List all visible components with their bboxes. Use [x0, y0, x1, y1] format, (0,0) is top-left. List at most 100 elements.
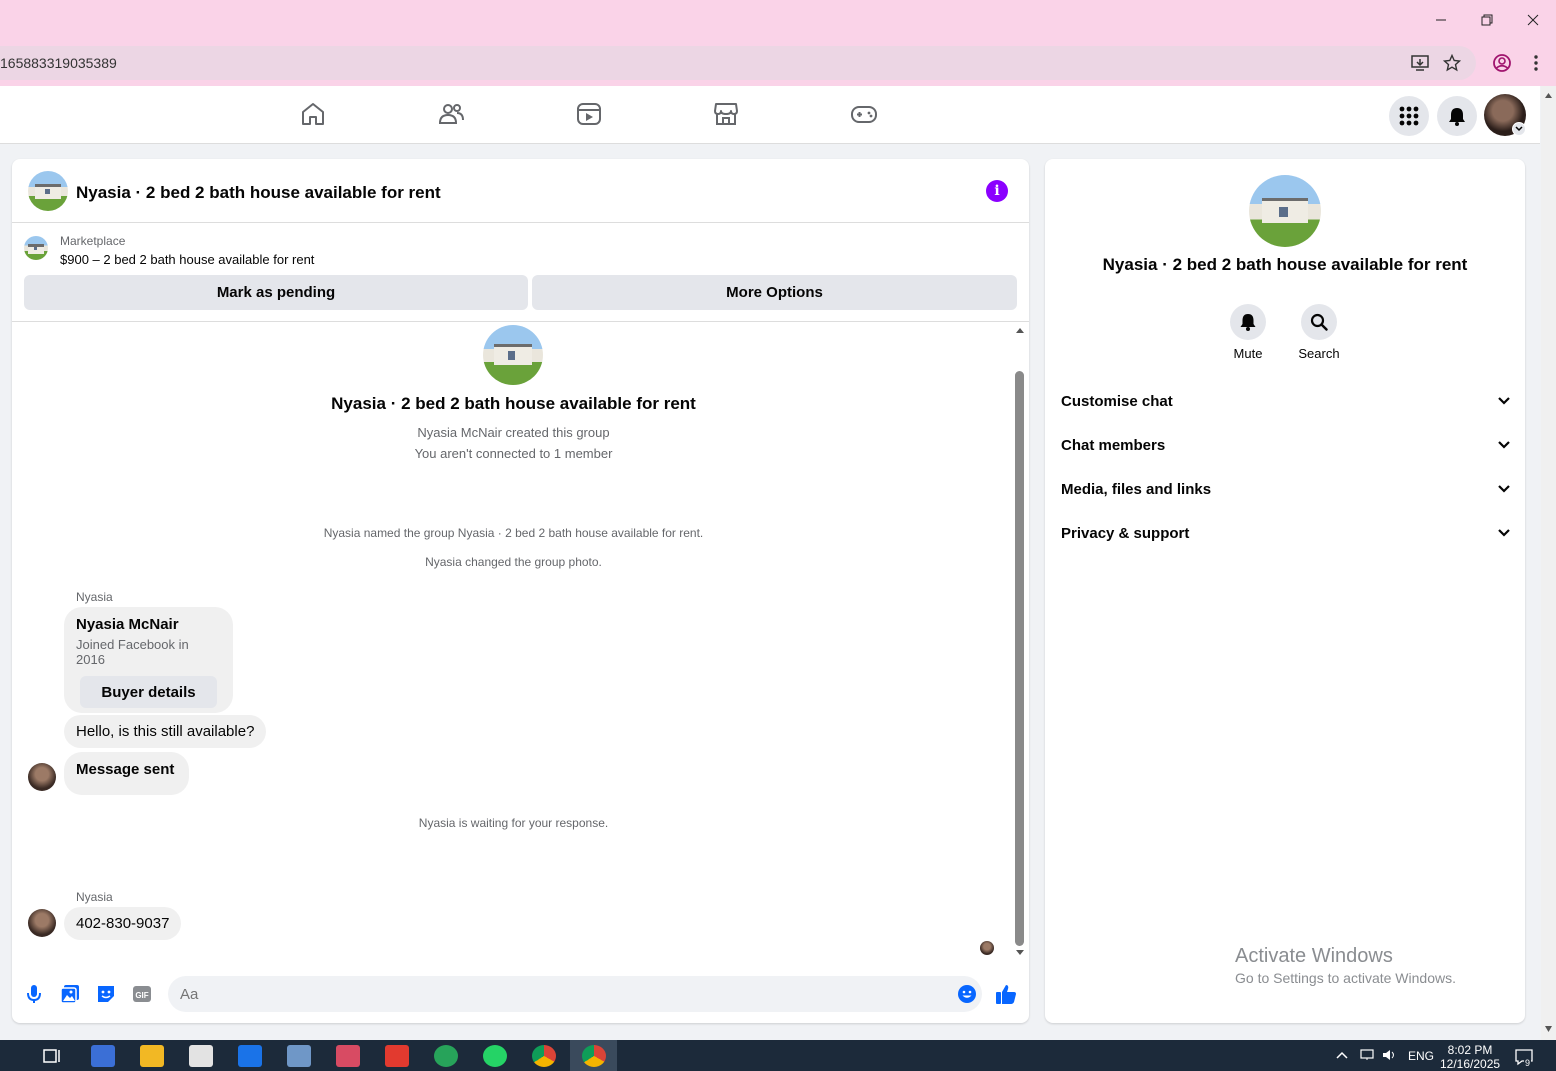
search-label: Search	[1298, 346, 1340, 361]
taskbar-clock[interactable]: 8:02 PM 12/16/2025	[1440, 1043, 1500, 1071]
info-icon[interactable]: i	[986, 180, 1008, 202]
mute-action[interactable]: Mute	[1213, 304, 1283, 361]
close-button[interactable]	[1510, 6, 1556, 34]
store-icon[interactable]	[189, 1045, 213, 1067]
chevron-down-icon[interactable]	[1512, 122, 1526, 136]
microphone-icon[interactable]	[23, 983, 45, 1005]
system-message: Nyasia changed the group photo.	[425, 555, 602, 569]
svg-text:GIF: GIF	[135, 991, 148, 1000]
section-customise-chat[interactable]: Customise chat	[1061, 383, 1511, 419]
chevron-down-icon	[1498, 529, 1510, 537]
minimize-button[interactable]	[1418, 6, 1464, 34]
edge-icon[interactable]	[434, 1045, 458, 1067]
more-options-button[interactable]: More Options	[532, 275, 1017, 310]
bookmark-star-icon[interactable]	[1442, 53, 1462, 73]
seen-by-avatar	[980, 941, 994, 955]
activate-windows-watermark: Activate Windows Go to Settings to activ…	[1235, 945, 1456, 986]
mail-icon[interactable]	[238, 1045, 262, 1067]
bell-icon	[1449, 108, 1465, 126]
video-icon[interactable]	[575, 100, 603, 128]
card-joined: Joined Facebook in 2016	[76, 637, 189, 667]
sender-avatar[interactable]	[28, 763, 56, 791]
not-connected-text: You aren't connected to 1 member	[414, 446, 613, 461]
clock-time: 8:02 PM	[1447, 1043, 1493, 1057]
group-photo	[483, 325, 543, 385]
omnibox[interactable]: 165883319035389	[0, 46, 1476, 80]
thumbs-up-icon[interactable]	[995, 983, 1017, 1005]
notifications-button[interactable]	[1437, 96, 1477, 136]
listing-thumbnail[interactable]	[24, 236, 48, 260]
message-input[interactable]	[168, 976, 982, 1012]
bell-icon[interactable]	[1230, 304, 1266, 340]
url-text[interactable]: 165883319035389	[0, 55, 117, 71]
chevron-down-icon	[1498, 441, 1510, 449]
system-message: Nyasia named the group Nyasia · 2 bed 2 …	[323, 526, 704, 540]
browser-menu-icon[interactable]	[1526, 53, 1546, 73]
grid-icon	[1399, 106, 1419, 126]
chat-info-panel: Nyasia · 2 bed 2 bath house available fo…	[1045, 159, 1525, 1023]
section-label: Chat members	[1061, 436, 1166, 454]
section-chat-members[interactable]: Chat members	[1061, 427, 1511, 463]
chrome-icon[interactable]	[532, 1045, 556, 1067]
buyer-details-button[interactable]: Buyer details	[80, 676, 217, 708]
search-icon[interactable]	[1301, 304, 1337, 340]
marketplace-label: Marketplace	[60, 234, 126, 248]
home-icon[interactable]	[299, 100, 327, 128]
message-bubble[interactable]: Message sent	[64, 752, 190, 795]
marketplace-bar: Marketplace $900 – 2 bed 2 bath house av…	[12, 224, 1029, 322]
page-scrollbar[interactable]	[1541, 86, 1556, 1040]
network-icon[interactable]	[1358, 1049, 1374, 1064]
app-icon[interactable]	[336, 1045, 360, 1067]
whatsapp-icon[interactable]	[483, 1045, 507, 1067]
card-name[interactable]: Nyasia McNair	[76, 616, 221, 633]
section-privacy-support[interactable]: Privacy & support	[1061, 515, 1511, 551]
gaming-icon[interactable]	[850, 100, 878, 128]
sticker-icon[interactable]	[95, 983, 117, 1005]
mark-as-pending-button[interactable]: Mark as pending	[24, 275, 528, 310]
search-action[interactable]: Search	[1284, 304, 1354, 361]
chevron-up-icon[interactable]	[1336, 1049, 1348, 1063]
app-icon[interactable]	[91, 1045, 115, 1067]
sender-avatar[interactable]	[28, 909, 56, 937]
close-icon	[1527, 14, 1539, 26]
emoji-icon[interactable]	[956, 983, 978, 1005]
gif-icon[interactable]: GIF	[131, 983, 153, 1005]
file-explorer-icon[interactable]	[140, 1045, 164, 1067]
restore-button[interactable]	[1464, 6, 1510, 34]
windows-taskbar: ENG 8:02 PM 12/16/2025 9	[0, 1040, 1556, 1071]
profile-icon[interactable]	[1492, 53, 1512, 73]
browser-titlebar	[0, 0, 1556, 40]
watermark-subtitle: Go to Settings to activate Windows.	[1235, 970, 1456, 986]
menu-grid-button[interactable]	[1389, 96, 1429, 136]
watermark-title: Activate Windows	[1235, 945, 1393, 967]
anydesk-icon[interactable]	[385, 1045, 409, 1067]
chat-title[interactable]: Nyasia · 2 bed 2 bath house available fo…	[76, 183, 441, 203]
chat-header: Nyasia · 2 bed 2 bath house available fo…	[12, 159, 1029, 223]
language-indicator[interactable]: ENG	[1408, 1049, 1434, 1063]
restore-icon	[1481, 14, 1493, 26]
chevron-down-icon	[1498, 485, 1510, 493]
group-photo-large[interactable]	[1249, 175, 1321, 247]
volume-icon[interactable]	[1382, 1049, 1398, 1064]
group-avatar[interactable]	[28, 171, 68, 211]
marketplace-icon[interactable]	[712, 100, 740, 128]
clock-date: 12/16/2025	[1440, 1057, 1501, 1071]
friends-icon[interactable]	[437, 100, 465, 128]
chrome-profile-icon[interactable]	[582, 1045, 606, 1067]
listing-title[interactable]: $900 – 2 bed 2 bath house available for …	[60, 252, 314, 267]
chat-scroll-thumb[interactable]	[1015, 371, 1024, 946]
notification-center-icon[interactable]: 9	[1514, 1048, 1534, 1068]
message-bubble[interactable]: 402-830-9037	[64, 907, 182, 940]
task-view-icon[interactable]	[40, 1045, 64, 1067]
section-media-files-links[interactable]: Media, files and links	[1061, 471, 1511, 507]
message-feed: Nyasia · 2 bed 2 bath house available fo…	[12, 323, 1029, 963]
profile-card: Nyasia McNair Joined Facebook in 2016 Bu…	[64, 607, 233, 713]
group-created-text: Nyasia McNair created this group	[417, 425, 610, 440]
photos-icon[interactable]	[287, 1045, 311, 1067]
photo-icon[interactable]	[59, 983, 81, 1005]
section-label: Privacy & support	[1061, 524, 1190, 542]
mute-label: Mute	[1233, 346, 1263, 361]
install-app-icon[interactable]	[1410, 53, 1430, 73]
message-bubble[interactable]: Hello, is this still available?	[64, 715, 267, 748]
facebook-top-nav	[0, 86, 1540, 144]
